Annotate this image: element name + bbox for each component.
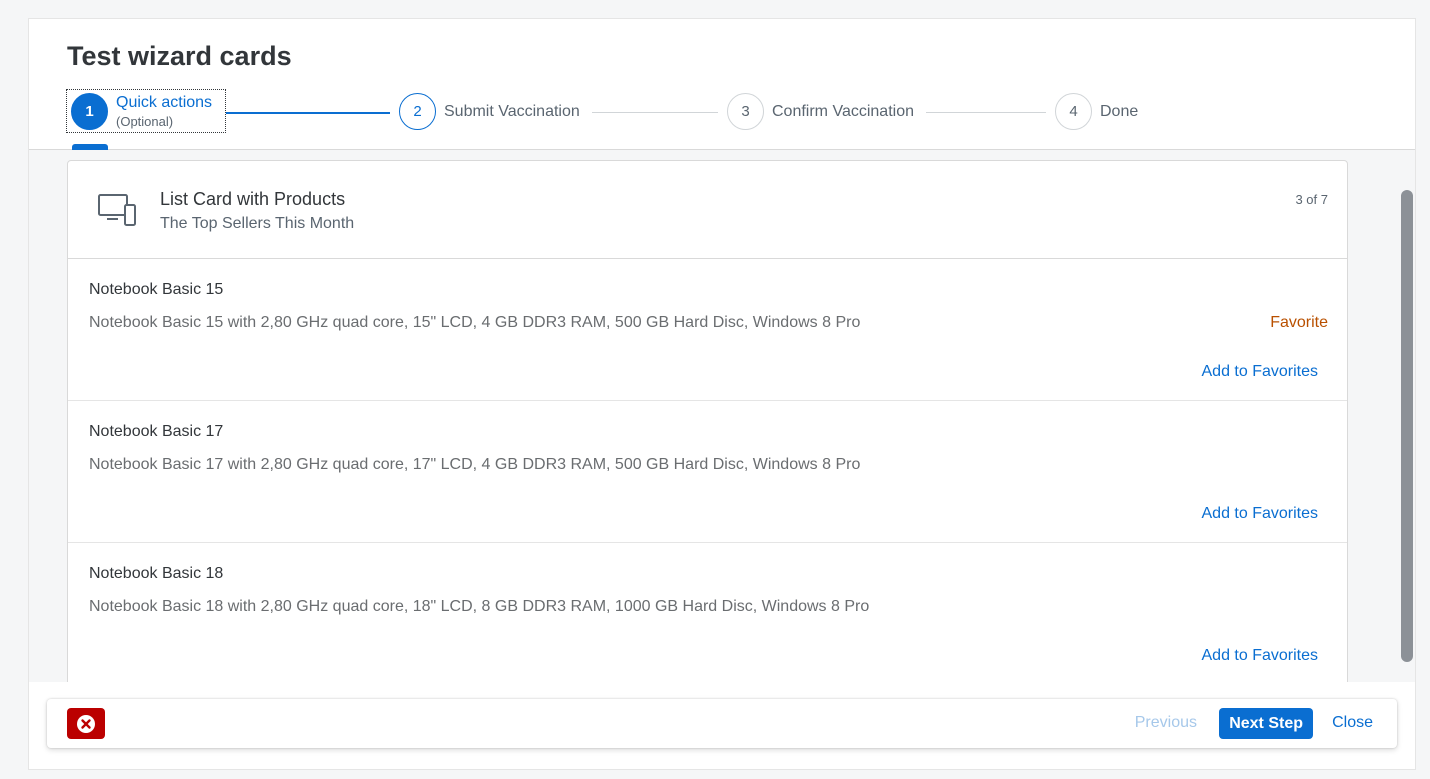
wizard-step-4[interactable]: 4 Done [1055,93,1138,130]
step-1-label: Quick actions [116,94,213,111]
card-subtitle: The Top Sellers This Month [160,215,355,232]
step-1-sublabel: (Optional) [116,114,174,129]
list-item[interactable]: Notebook Basic 17 Notebook Basic 17 with… [68,401,1347,543]
wizard-dialog: Test wizard cards 1 Quick actions (Optio… [28,18,1416,770]
page-title: Test wizard cards [67,41,292,71]
next-step-button[interactable]: Next Step [1219,708,1313,739]
list-item[interactable]: Notebook Basic 18 Notebook Basic 18 with… [68,543,1347,682]
item-title: Notebook Basic 17 [89,423,224,440]
item-count: 3 of 7 [1295,192,1328,207]
step-3-number: 3 [727,93,764,130]
step-2-number: 2 [399,93,436,130]
wizard-footer: Previous Next Step Close [47,699,1397,748]
error-circle-icon [77,714,95,733]
item-description: Notebook Basic 17 with 2,80 GHz quad cor… [89,456,861,473]
item-state-favorite: Favorite [1270,314,1328,331]
step-2-label: Submit Vaccination [444,102,580,120]
item-description: Notebook Basic 18 with 2,80 GHz quad cor… [89,598,870,615]
wizard-step-1[interactable]: 1 Quick actions (Optional) [71,93,212,130]
message-popover-button[interactable] [67,708,105,739]
scrollbar-thumb[interactable] [1401,190,1413,662]
wizard-content: List Card with Products The Top Sellers … [29,150,1415,682]
add-to-favorites-button[interactable]: Add to Favorites [1202,505,1319,523]
add-to-favorites-button[interactable]: Add to Favorites [1202,363,1319,381]
step-1-number: 1 [71,93,108,130]
step-connector-2 [592,112,718,113]
vertical-scrollbar[interactable] [1399,150,1415,682]
step-4-label: Done [1100,102,1139,120]
wizard-header: Test wizard cards 1 Quick actions (Optio… [29,19,1415,150]
step-4-number: 4 [1055,93,1092,130]
wizard-step-2[interactable]: 2 Submit Vaccination [399,93,580,130]
item-title: Notebook Basic 15 [89,281,224,298]
step-1-text: Quick actions (Optional) [116,94,212,129]
close-button[interactable]: Close [1332,714,1373,732]
step-connector-1 [226,112,390,114]
list-card: List Card with Products The Top Sellers … [67,160,1348,682]
laptop-phone-icon [98,193,138,229]
step-connector-3 [926,112,1046,113]
add-to-favorites-button[interactable]: Add to Favorites [1202,647,1319,665]
wizard-step-3[interactable]: 3 Confirm Vaccination [727,93,914,130]
item-title: Notebook Basic 18 [89,565,224,582]
step-3-label: Confirm Vaccination [772,102,914,120]
list-item[interactable]: Notebook Basic 15 Notebook Basic 15 with… [68,259,1347,401]
previous-button[interactable]: Previous [1135,714,1197,732]
card-title: List Card with Products [160,189,346,209]
card-header[interactable]: List Card with Products The Top Sellers … [68,161,1347,259]
item-description: Notebook Basic 15 with 2,80 GHz quad cor… [89,314,861,331]
